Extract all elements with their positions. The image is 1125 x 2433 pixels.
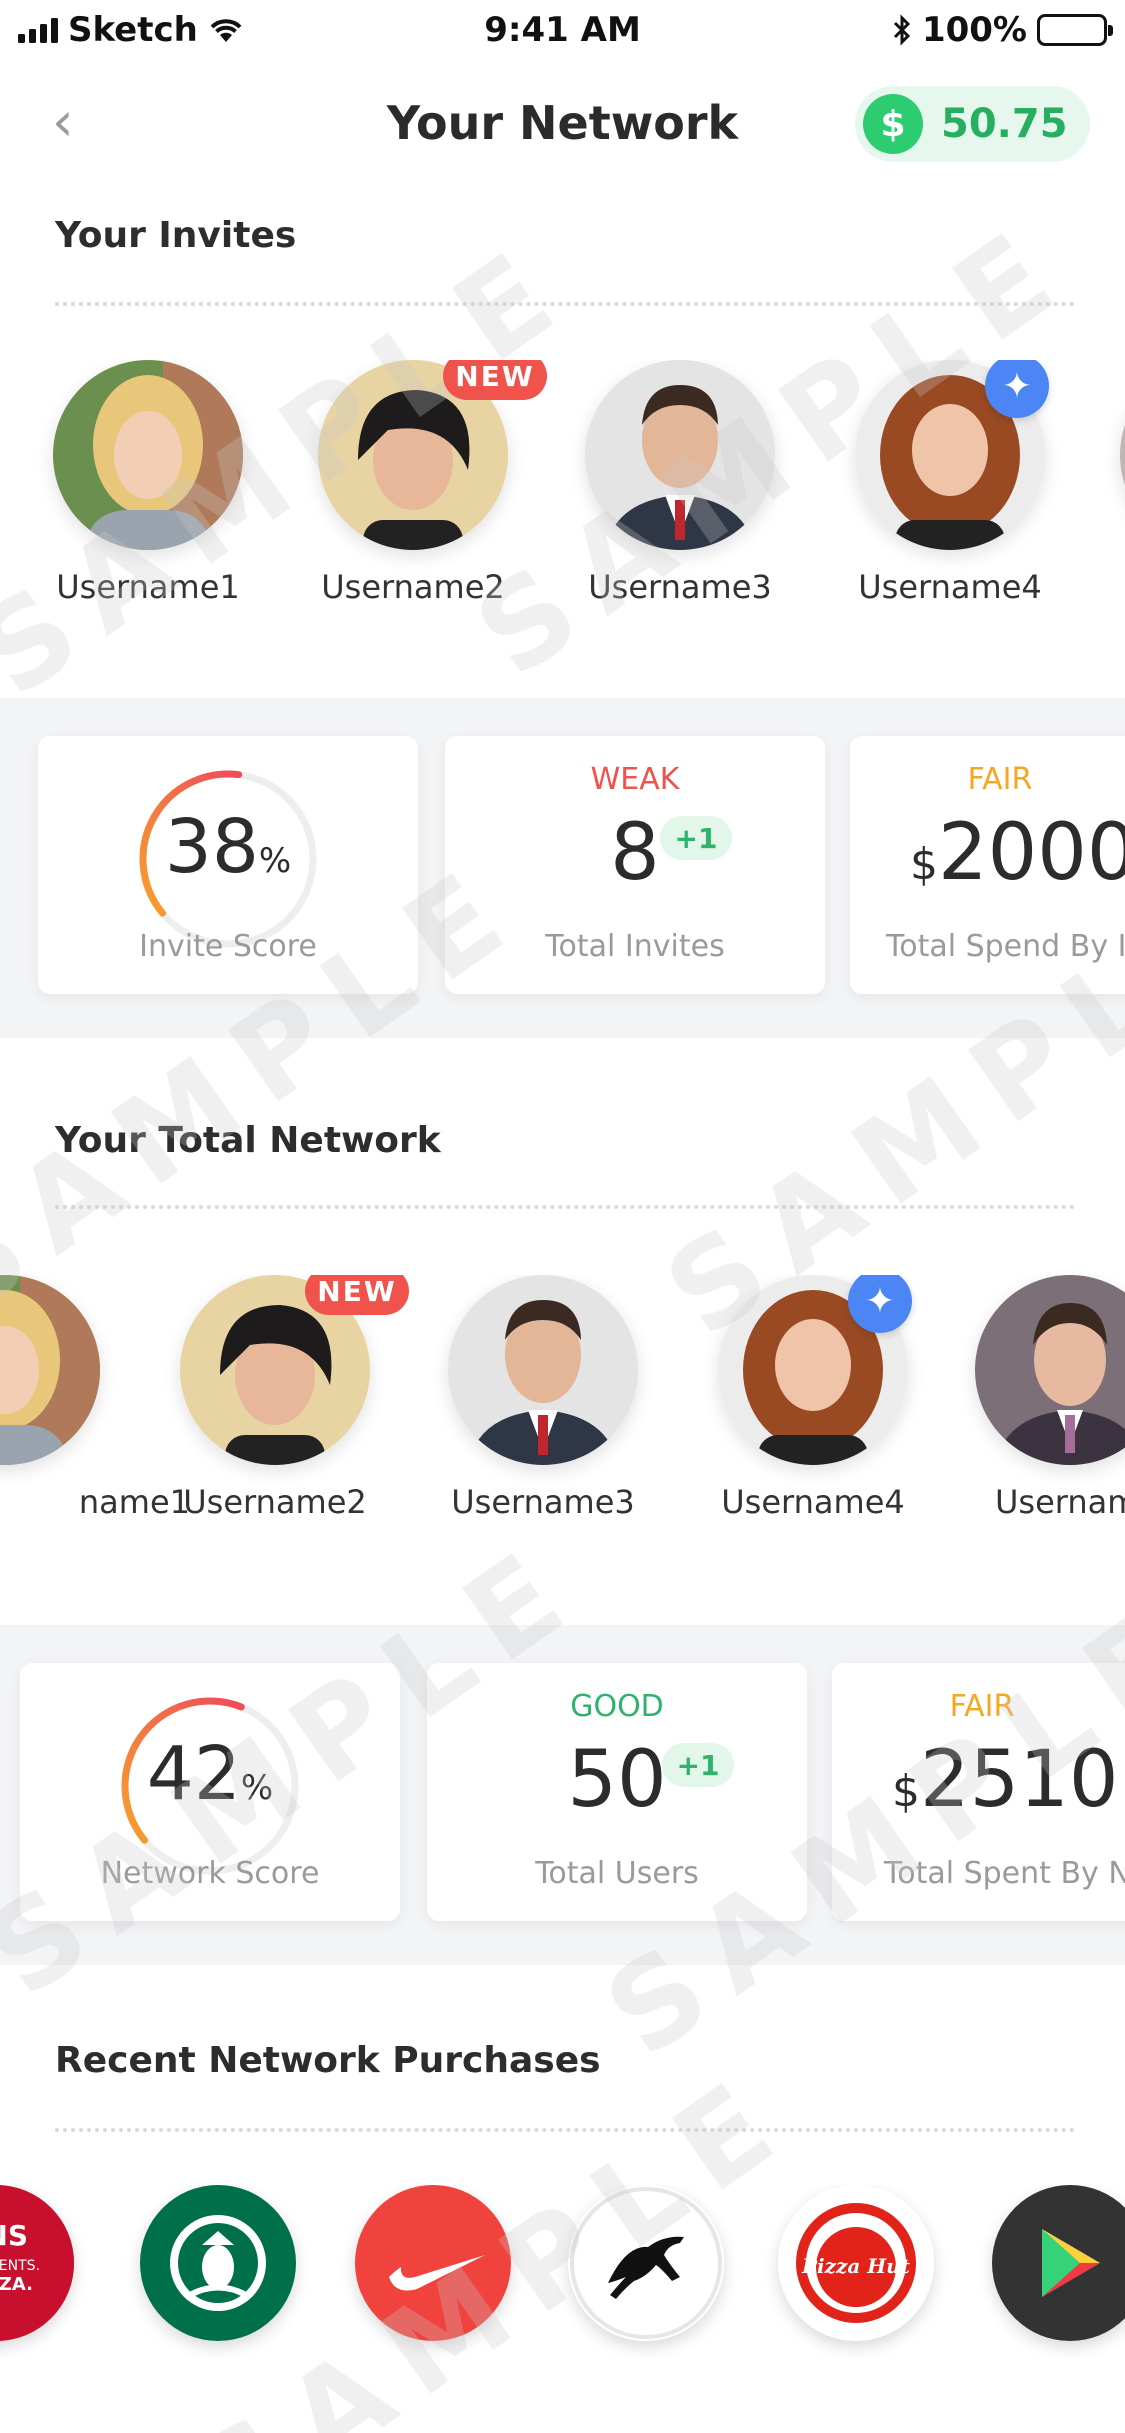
delta-badge: +1 bbox=[662, 1743, 734, 1787]
battery-percent: 100% bbox=[921, 10, 1027, 50]
username-label: Username2 bbox=[321, 568, 505, 606]
balance-amount: 50.75 bbox=[941, 101, 1068, 147]
dollar-coin-icon: $ bbox=[863, 94, 923, 154]
invite-score-gauge: 38% bbox=[133, 764, 323, 954]
network-score-label: Network Score bbox=[100, 1856, 320, 1891]
network-stats-band: 42% Network Score GOOD 50 +1 Total Users… bbox=[0, 1625, 1125, 1965]
invites-avatar-row: Username1 NEW Username2 Username3 ✦ User… bbox=[0, 360, 1125, 640]
username-label: name1 bbox=[78, 1483, 190, 1521]
papa-johns-wordmark: JOHNS bbox=[0, 2219, 28, 2252]
bluetooth-icon bbox=[893, 14, 911, 46]
status-bar: Sketch 9:41 AM 100% bbox=[0, 0, 1125, 64]
papa-johns-logo-icon[interactable]: JOHNS INGREDIENTS.R PIZZA. bbox=[0, 2185, 74, 2341]
invite-person-4[interactable]: ✦ Username4 bbox=[820, 360, 1080, 606]
network-score-card[interactable]: 42% Network Score bbox=[20, 1663, 400, 1921]
username-label: Username1 bbox=[56, 568, 240, 606]
total-spent-card[interactable]: FAIR $2510.0 Total Spent By Ne bbox=[832, 1663, 1125, 1921]
svg-text:INGREDIENTS.: INGREDIENTS. bbox=[0, 2258, 40, 2274]
total-invites-value: 8 bbox=[610, 808, 660, 898]
invite-score-value: 38% bbox=[164, 804, 292, 890]
svg-text:R PIZZA.: R PIZZA. bbox=[0, 2274, 33, 2295]
total-users-value: 50 bbox=[567, 1735, 667, 1825]
nike-logo-icon[interactable] bbox=[355, 2185, 511, 2341]
total-spend-card[interactable]: FAIR $2000. Total Spend By In bbox=[850, 736, 1125, 994]
network-section-title: Your Total Network bbox=[55, 1120, 441, 1161]
network-person-1[interactable]: name1 bbox=[0, 1275, 190, 1521]
good-status: GOOD bbox=[570, 1689, 664, 1724]
network-person-4[interactable]: ✦ Username4 bbox=[683, 1275, 943, 1521]
invite-score-label: Invite Score bbox=[139, 929, 317, 964]
divider bbox=[55, 2128, 1075, 2132]
username-label: Usernam bbox=[995, 1483, 1125, 1521]
new-badge: NEW bbox=[305, 1275, 409, 1315]
pizza-hut-wordmark: Pizza Hut bbox=[801, 2254, 911, 2278]
new-badge: NEW bbox=[443, 360, 547, 400]
weak-status: WEAK bbox=[590, 762, 680, 797]
avatar bbox=[448, 1275, 638, 1465]
invite-stats-band: 38% Invite Score WEAK 8 +1 Total Invites… bbox=[0, 698, 1125, 1038]
total-users-label: Total Users bbox=[535, 1856, 699, 1891]
username-label: Username4 bbox=[858, 568, 1042, 606]
balance-pill[interactable]: $ 50.75 bbox=[855, 86, 1090, 162]
network-score-gauge: 42% bbox=[115, 1691, 305, 1881]
total-spent-value: $2510.0 bbox=[892, 1735, 1125, 1825]
total-spent-label: Total Spent By Ne bbox=[884, 1856, 1125, 1891]
invites-section-title: Your Invites bbox=[55, 215, 297, 256]
username-label: Username4 bbox=[721, 1483, 905, 1521]
network-person-3[interactable]: Username3 bbox=[413, 1275, 673, 1521]
network-person-5[interactable]: Usernam bbox=[940, 1275, 1125, 1521]
pizza-hut-logo-icon[interactable]: Pizza Hut bbox=[778, 2185, 934, 2341]
network-score-value: 42% bbox=[146, 1731, 274, 1817]
star-badge-icon: ✦ bbox=[985, 360, 1049, 418]
star-badge-icon: ✦ bbox=[848, 1275, 912, 1333]
invite-score-card[interactable]: 38% Invite Score bbox=[38, 736, 418, 994]
username-label: Username3 bbox=[588, 568, 772, 606]
battery-icon bbox=[1037, 14, 1113, 46]
starbucks-logo-icon[interactable] bbox=[140, 2185, 296, 2341]
app-header: ‹ Your Network $ 50.75 bbox=[0, 80, 1125, 170]
divider bbox=[55, 302, 1075, 306]
username-label: Username2 bbox=[183, 1483, 367, 1521]
puma-logo-icon[interactable] bbox=[568, 2185, 724, 2341]
avatar bbox=[0, 1275, 100, 1465]
network-avatar-row: name1 NEW Username2 Username3 ✦ Username… bbox=[0, 1275, 1125, 1555]
invite-person-5[interactable] bbox=[1085, 360, 1125, 550]
status-right: 100% bbox=[892, 10, 1113, 50]
invite-person-3[interactable]: Username3 bbox=[550, 360, 810, 606]
divider bbox=[55, 1205, 1075, 1209]
brand-row: JOHNS INGREDIENTS.R PIZZA. Pizza Hut bbox=[0, 2185, 1125, 2365]
delta-badge: +1 bbox=[660, 816, 732, 860]
avatar bbox=[975, 1275, 1125, 1465]
network-person-2[interactable]: NEW Username2 bbox=[145, 1275, 409, 1521]
total-users-card[interactable]: GOOD 50 +1 Total Users bbox=[427, 1663, 807, 1921]
invite-person-1[interactable]: Username1 bbox=[18, 360, 278, 606]
avatar bbox=[1120, 360, 1125, 550]
username-label: Username3 bbox=[451, 1483, 635, 1521]
avatar bbox=[585, 360, 775, 550]
invite-person-2[interactable]: NEW Username2 bbox=[283, 360, 547, 606]
total-spend-label: Total Spend By In bbox=[886, 929, 1125, 964]
fair-status: FAIR bbox=[967, 762, 1033, 797]
total-invites-label: Total Invites bbox=[545, 929, 725, 964]
total-spend-value: $2000. bbox=[910, 808, 1125, 898]
purchases-section-title: Recent Network Purchases bbox=[55, 2040, 601, 2081]
total-invites-card[interactable]: WEAK 8 +1 Total Invites bbox=[445, 736, 825, 994]
fair-status: FAIR bbox=[949, 1689, 1015, 1724]
google-play-logo-icon[interactable] bbox=[992, 2185, 1125, 2341]
avatar bbox=[53, 360, 243, 550]
